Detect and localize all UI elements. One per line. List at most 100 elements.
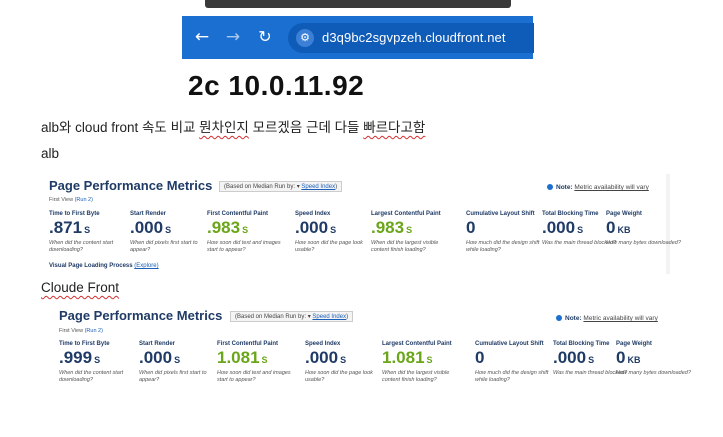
run-link[interactable]: (Run 2) xyxy=(75,197,93,203)
metric-note: Note: Metric availability will vary xyxy=(556,315,658,322)
metric-number: .000 xyxy=(130,218,164,237)
metric-number: .000 xyxy=(553,348,587,367)
metric-number: .983 xyxy=(371,218,405,237)
basis-close: ) xyxy=(346,314,349,320)
back-arrow-icon[interactable]: ← xyxy=(192,27,212,47)
median-basis-selector[interactable]: (Based on Median Run by: ▾ Speed Index) xyxy=(219,181,343,192)
metric-value: .000 S xyxy=(305,348,385,370)
cloudfront-metrics-panel: Page Performance Metrics (Based on Media… xyxy=(54,305,691,393)
metric-value: .999 S xyxy=(59,348,139,370)
metric-description: When did the content start downloading? xyxy=(49,240,114,253)
metric-description: How soon did text and images start to ap… xyxy=(217,370,291,383)
metric-unit: S xyxy=(426,355,433,365)
metric-description: How much did the design shift while load… xyxy=(466,240,540,253)
metric-number: 1.081 xyxy=(217,348,260,367)
cloudfront-label-text: Cloude Front xyxy=(41,280,120,295)
basis-link[interactable]: Speed Index xyxy=(301,184,335,190)
first-view-text: First View xyxy=(49,197,74,203)
visual-loading-label: Visual Page Loading Process (Explore) xyxy=(49,263,159,269)
run-link[interactable]: (Run 2) xyxy=(85,328,103,334)
metric-number: .871 xyxy=(49,218,83,237)
note-label: Note: xyxy=(565,315,582,322)
info-dot-icon xyxy=(556,315,562,322)
metric-page-weight: Page Weight 0 KB How many bytes downloaded? xyxy=(616,341,696,377)
first-view-text: First View xyxy=(59,328,84,334)
metric-description: When did the largest visible content fin… xyxy=(382,370,450,383)
metric-page-weight: Page Weight 0 KB How many bytes downloaded? xyxy=(606,211,686,247)
metric-value: 0 KB xyxy=(606,218,686,240)
metric-unit: S xyxy=(261,355,268,365)
metric-label: Page Weight xyxy=(616,341,652,347)
metric-number: .000 xyxy=(305,348,339,367)
metric-unit: S xyxy=(588,355,595,365)
metric-start-render: Start Render .000 S When did pixels first s… xyxy=(139,341,219,384)
reload-icon[interactable]: ↻ xyxy=(255,27,275,47)
metric-time-to-first-byte: Time to First Byte .999 S When did the cont… xyxy=(59,341,139,384)
comparison-note: alb와 cloud front 속도 비교 뭔차인지 모르겠음 근데 다들 빠… xyxy=(41,116,425,136)
metric-value: .000 S xyxy=(139,348,219,370)
metric-number: .983 xyxy=(207,218,241,237)
metric-value: 1.081 S xyxy=(382,348,462,370)
note-text[interactable]: Metric availability will vary xyxy=(574,184,648,191)
panel-title: Page Performance Metrics xyxy=(49,178,213,193)
metric-number: 0 xyxy=(466,218,476,237)
metric-value: 0 xyxy=(475,348,555,370)
basis-link[interactable]: Speed Index xyxy=(312,314,346,320)
metric-time-to-first-byte: Time to First Byte .871 S When did the cont… xyxy=(49,211,129,254)
metric-unit: S xyxy=(94,355,101,365)
metric-number: 0 xyxy=(475,348,485,367)
metric-label: Page Weight xyxy=(606,211,642,217)
cloudfront-section-label: Cloude Front xyxy=(41,280,119,295)
metric-description: When did the largest visible content fin… xyxy=(371,240,439,253)
metric-unit: KB xyxy=(617,225,631,235)
metric-note: Note: Metric availability will vary xyxy=(547,184,649,191)
top-window-strip xyxy=(205,0,511,8)
site-info-icon[interactable]: ⚙ xyxy=(296,29,314,47)
first-view-label: First View (Run 2) xyxy=(49,197,93,203)
metric-description: How many bytes downloaded? xyxy=(616,370,691,376)
url-text[interactable]: d3q9bc2sgvpzeh.cloudfront.net xyxy=(322,30,506,45)
metric-largest-contentful-paint: Largest Contentful Paint .983 S When did th… xyxy=(371,211,451,254)
metric-number: 0 xyxy=(616,348,626,367)
visual-label-text: Visual Page Loading Process xyxy=(49,263,133,269)
address-bar[interactable]: ⚙ d3q9bc2sgvpzeh.cloudfront.net xyxy=(288,23,534,53)
metric-speed-index: Speed Index .000 S How soon did the page lo… xyxy=(295,211,375,254)
metric-number: .000 xyxy=(542,218,576,237)
metric-first-contentful-paint: First Contentful Paint 1.081 S How soon did… xyxy=(217,341,297,384)
metric-label: Start Render xyxy=(130,211,167,217)
metric-label: First Contentful Paint xyxy=(217,341,278,347)
metric-value: .000 S xyxy=(295,218,375,240)
basis-text: (Based on Median Run by: ▾ xyxy=(224,184,300,190)
explore-link[interactable]: (Explore) xyxy=(134,263,158,269)
forward-arrow-icon[interactable]: → xyxy=(223,27,243,47)
panel-title: Page Performance Metrics xyxy=(59,308,223,323)
metric-label: Start Render xyxy=(139,341,176,347)
metric-value: 1.081 S xyxy=(217,348,297,370)
info-dot-icon xyxy=(547,184,553,191)
metric-description: When did the content start downloading? xyxy=(59,370,124,383)
metric-description: How soon did the page look usable? xyxy=(305,370,373,383)
metric-number: .000 xyxy=(295,218,329,237)
metric-number: .000 xyxy=(139,348,173,367)
metric-number: 1.081 xyxy=(382,348,425,367)
metric-value: .871 S xyxy=(49,218,129,240)
median-basis-selector[interactable]: (Based on Median Run by: ▾ Speed Index) xyxy=(230,311,354,322)
metric-unit: KB xyxy=(627,355,641,365)
metric-cumulative-layout-shift: Cumulative Layout Shift 0 How much did the… xyxy=(475,341,555,384)
note-text[interactable]: Metric availability will vary xyxy=(583,315,657,322)
instance-heading: 2c 10.0.11.92 xyxy=(188,70,365,101)
basis-close: ) xyxy=(335,184,338,190)
metric-label: Cumulative Layout Shift xyxy=(475,341,544,347)
metric-first-contentful-paint: First Contentful Paint .983 S How soon did … xyxy=(207,211,287,254)
metric-value: 0 KB xyxy=(616,348,696,370)
metric-label: Speed Index xyxy=(305,341,341,347)
metric-description: How soon did text and images start to ap… xyxy=(207,240,281,253)
metric-start-render: Start Render .000 S When did pixels first s… xyxy=(130,211,210,254)
note-word-misspelled: 뭔차인지 xyxy=(199,120,249,135)
metric-description: How much did the design shift while load… xyxy=(475,370,549,383)
metric-unit: S xyxy=(330,225,337,235)
metric-description: When did pixels first start to appear? xyxy=(139,370,207,383)
metric-cumulative-layout-shift: Cumulative Layout Shift 0 How much did the… xyxy=(466,211,546,254)
metric-description: How soon did the page look usable? xyxy=(295,240,363,253)
metric-description: When did pixels first start to appear? xyxy=(130,240,198,253)
